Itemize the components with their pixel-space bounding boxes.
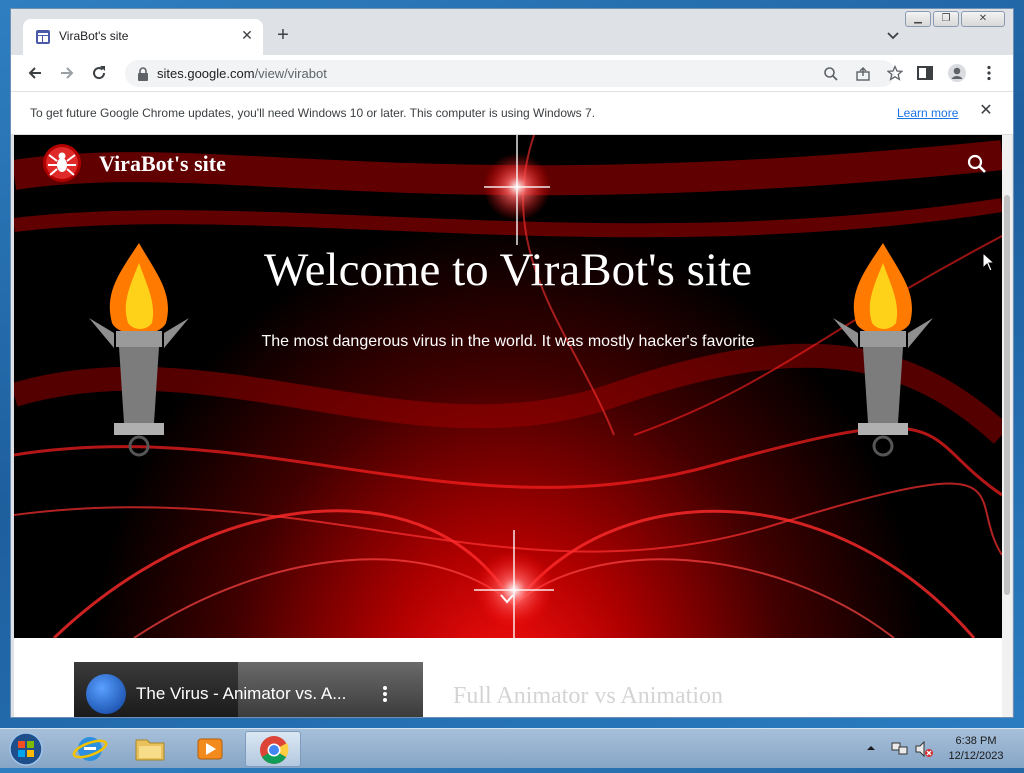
channel-avatar[interactable] <box>86 674 126 714</box>
folder-icon <box>135 739 165 761</box>
taskbar-chrome[interactable] <box>245 731 301 767</box>
url-path: /view/virabot <box>254 66 327 81</box>
update-infobar: To get future Google Chrome updates, you… <box>11 91 1013 135</box>
clock-time: 6:38 PM <box>955 735 997 747</box>
hero-banner: ViraBot's site Welcome to ViraBot's site… <box>14 135 1002 638</box>
taskbar-ie[interactable] <box>62 731 118 767</box>
browser-window: ViraBot's site ✕ + ▁ ❐ ✕ sites.google.co… <box>10 8 1014 718</box>
share-icon[interactable] <box>855 66 871 82</box>
window-controls: ▁ ❐ ✕ <box>905 11 1005 29</box>
back-arrow-icon[interactable] <box>25 63 45 83</box>
section-caption: Full Animator vs Animation <box>453 683 724 709</box>
infobar-close-icon[interactable]: ✕ <box>977 102 995 120</box>
forward-arrow-icon[interactable] <box>57 63 77 83</box>
restore-button[interactable]: ❐ <box>933 11 959 27</box>
taskbar-media-player[interactable] <box>182 731 238 767</box>
scroll-down-chevron-icon[interactable] <box>499 593 515 605</box>
start-orb-icon[interactable] <box>6 731 46 767</box>
zoom-search-icon[interactable] <box>823 66 839 82</box>
site-title[interactable]: ViraBot's site <box>99 151 226 177</box>
volume-muted-icon[interactable] <box>914 739 934 759</box>
tab-title: ViraBot's site <box>59 29 129 43</box>
profile-avatar-icon[interactable] <box>947 63 967 83</box>
tab-search-chevron-icon[interactable] <box>885 27 901 43</box>
site-search-icon[interactable] <box>966 153 988 175</box>
url-text: sites.google.com/view/virabot <box>157 66 327 81</box>
flaming-torch-icon <box>89 243 189 457</box>
sites-favicon-icon <box>36 30 50 44</box>
network-icon[interactable] <box>890 739 910 759</box>
clock-date: 12/12/2023 <box>948 750 1004 762</box>
flaming-torch-icon <box>833 243 933 457</box>
reload-icon[interactable] <box>89 63 109 83</box>
minimize-button[interactable]: ▁ <box>905 11 931 27</box>
bookmark-star-icon[interactable] <box>887 65 903 81</box>
taskbar-clock[interactable]: 6:38 PM 12/12/2023 <box>940 734 1012 764</box>
lock-icon <box>138 67 148 81</box>
scrollbar-thumb[interactable] <box>1004 195 1010 595</box>
tab-virabot[interactable]: ViraBot's site ✕ <box>23 19 263 55</box>
page-viewport: ViraBot's site Welcome to ViraBot's site… <box>14 135 1002 717</box>
youtube-video-embed[interactable]: The Virus - Animator vs. A... <box>74 662 423 717</box>
chrome-icon <box>260 736 289 764</box>
new-tab-icon[interactable]: + <box>273 25 293 45</box>
spider-logo-icon <box>43 144 81 182</box>
video-title[interactable]: The Virus - Animator vs. A... <box>136 684 346 704</box>
taskbar-explorer[interactable] <box>122 731 178 767</box>
show-hidden-icons-icon[interactable] <box>866 743 876 753</box>
close-window-button[interactable]: ✕ <box>961 11 1005 27</box>
tab-strip: ViraBot's site ✕ + ▁ ❐ ✕ <box>11 9 1013 55</box>
tab-close-icon[interactable]: ✕ <box>239 27 255 43</box>
more-menu-icon[interactable] <box>979 63 999 83</box>
mouse-cursor-icon <box>982 252 996 272</box>
url-domain: sites.google.com <box>157 66 255 81</box>
page-scrollbar[interactable] <box>1002 135 1012 717</box>
media-player-icon <box>197 738 223 760</box>
address-bar[interactable]: sites.google.com/view/virabot <box>125 60 903 87</box>
side-panel-icon[interactable] <box>915 63 935 83</box>
learn-more-link[interactable]: Learn more <box>897 106 958 120</box>
infobar-message: To get future Google Chrome updates, you… <box>30 106 596 120</box>
browser-toolbar: sites.google.com/view/virabot <box>11 55 1013 91</box>
internet-explorer-icon <box>72 737 108 761</box>
windows-taskbar: 6:38 PM 12/12/2023 <box>0 728 1024 768</box>
video-more-icon[interactable] <box>380 684 390 704</box>
